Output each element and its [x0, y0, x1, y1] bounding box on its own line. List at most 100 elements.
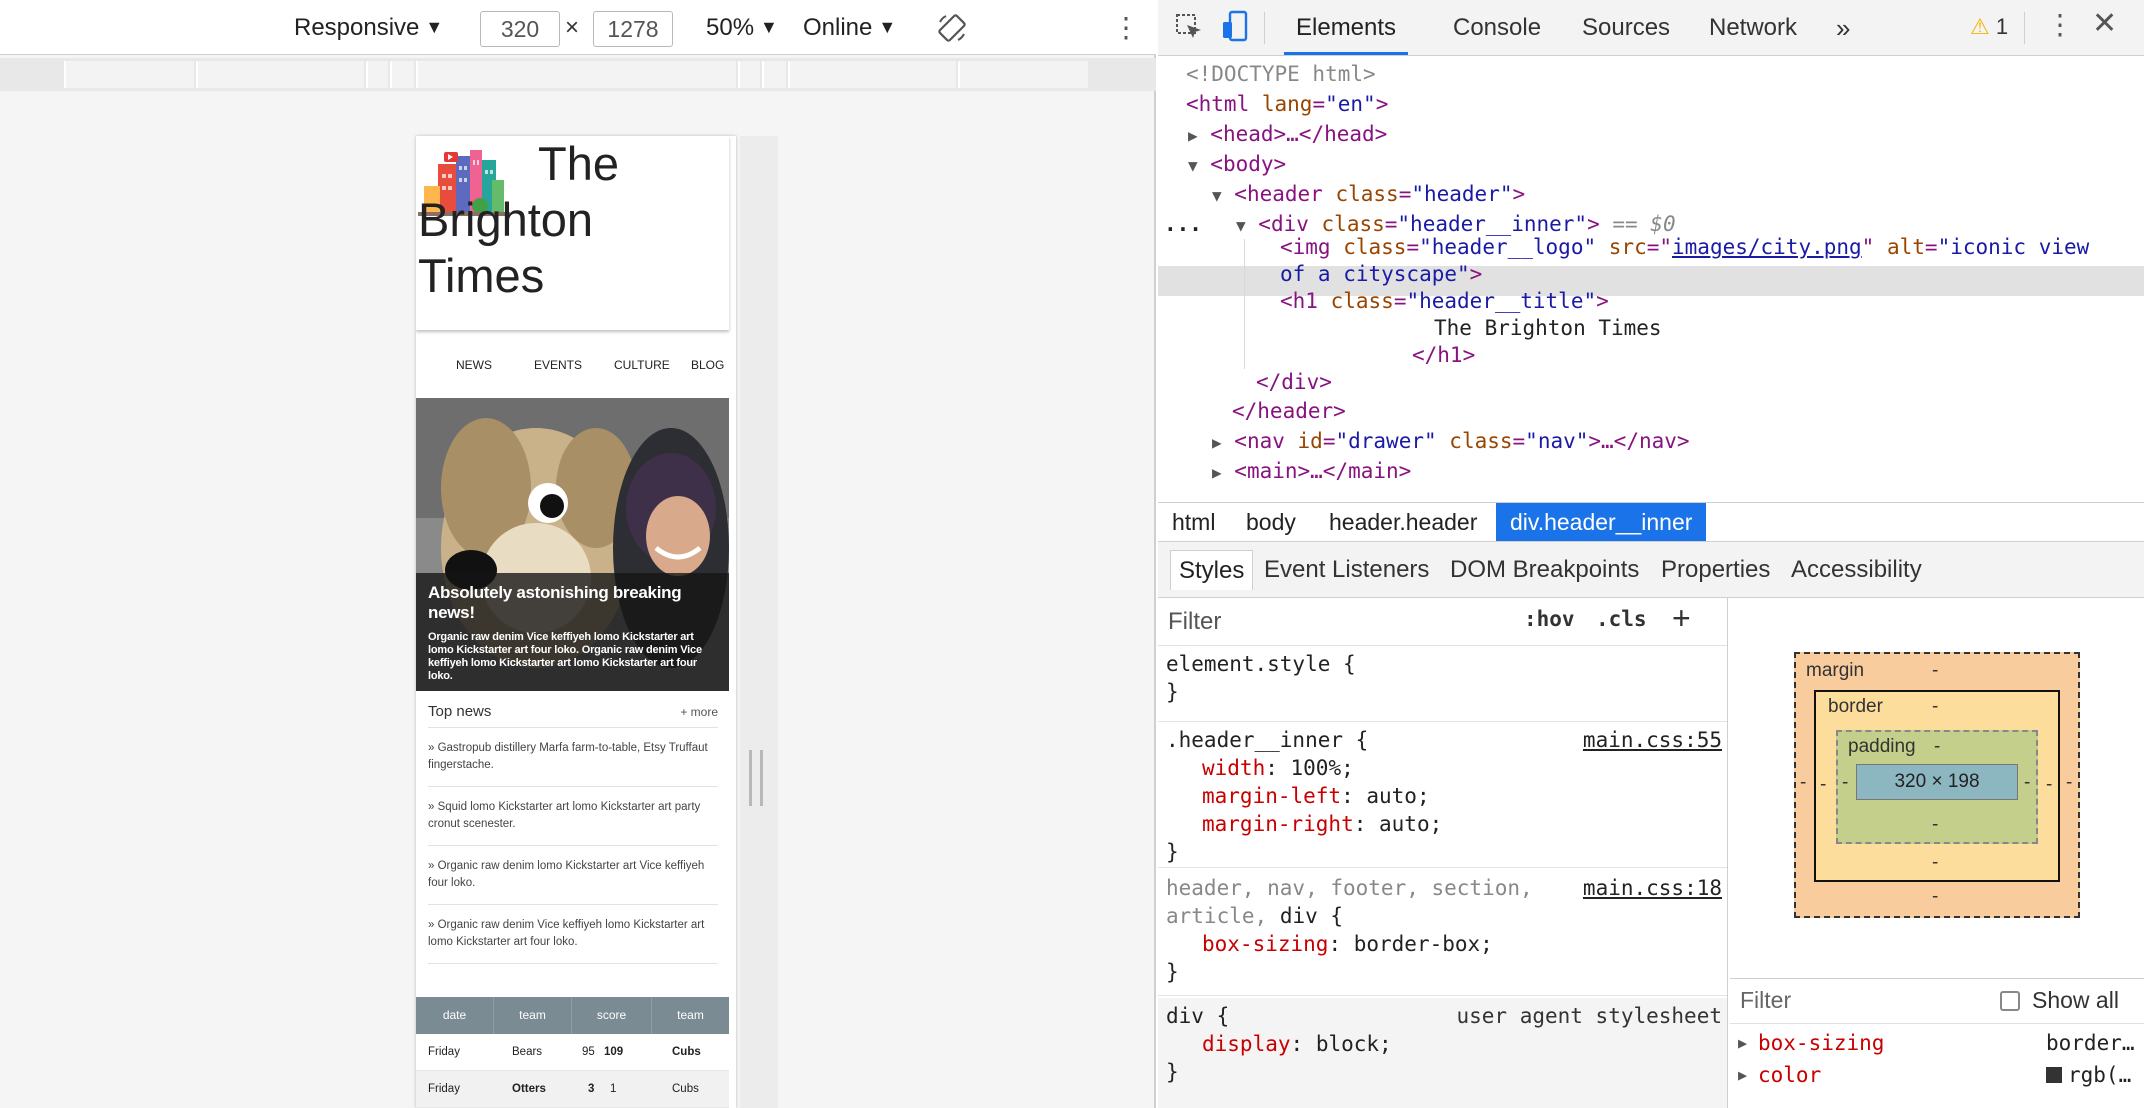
tab-dom-breakpoints[interactable]: DOM Breakpoints	[1450, 550, 1639, 590]
media-query-segment[interactable]	[958, 61, 1088, 88]
dom-node-nav[interactable]: ▶ <nav id="drawer" class="nav">…</nav>	[1212, 426, 1690, 458]
media-query-segment[interactable]	[788, 61, 956, 88]
dom-node-body[interactable]: ▼ <body>	[1188, 149, 1286, 181]
expand-triangle-icon[interactable]: ▶	[1738, 1028, 1747, 1058]
tab-properties[interactable]: Properties	[1661, 550, 1770, 590]
resource-link[interactable]: images/city.png	[1672, 235, 1862, 259]
attr-value: "header__logo"	[1419, 235, 1597, 259]
nav-link-culture[interactable]: CULTURE	[614, 358, 670, 372]
expand-triangle-icon[interactable]: ▶	[1188, 126, 1198, 145]
collapse-triangle-icon[interactable]: ▼	[1188, 156, 1198, 175]
show-all-label: Show all	[2032, 987, 2119, 1013]
network-throttle-dropdown[interactable]: Online ▼	[803, 11, 896, 45]
css-property[interactable]: margin-left: auto;	[1166, 782, 1727, 810]
media-query-bar[interactable]	[0, 58, 1156, 91]
viewport-resize-handle[interactable]	[749, 750, 763, 806]
table-header: date team score team	[416, 997, 729, 1034]
breadcrumb-div-header-inner[interactable]: div.header__inner	[1496, 503, 1707, 541]
hero-image[interactable]: Absolutely astonishing breaking news! Or…	[416, 398, 729, 691]
media-query-segment[interactable]	[64, 61, 194, 88]
cell-score: 95	[582, 1046, 595, 1058]
list-item[interactable]: » Squid lomo Kickstarter art lomo Kickst…	[428, 787, 718, 846]
computed-property-row[interactable]: ▶ color rgb(…	[1730, 1060, 2144, 1090]
expand-triangle-icon[interactable]: ▶	[1738, 1060, 1747, 1090]
attr-value: "iconic view	[1937, 235, 2090, 259]
tab-elements[interactable]: Elements	[1284, 0, 1409, 55]
css-property[interactable]: display: block;	[1166, 1030, 1727, 1058]
nav-link-events[interactable]: EVENTS	[534, 358, 582, 372]
box-model-content[interactable]: 320 × 198	[1856, 764, 2018, 800]
box-model-padding[interactable]: padding - - - - 320 × 198	[1836, 730, 2038, 844]
class-toggle[interactable]: .cls	[1596, 607, 1647, 631]
dom-node-img[interactable]: <img class="header__logo" src="images/ci…	[1280, 232, 2089, 262]
device-toolbar-toggle-icon[interactable]	[1220, 10, 1250, 51]
warnings-badge[interactable]: ⚠ 1	[1970, 14, 2008, 40]
tab-network[interactable]: Network	[1709, 0, 1797, 55]
breadcrumb-html[interactable]: html	[1172, 503, 1215, 541]
computed-filter-input[interactable]: Filter	[1740, 987, 1791, 1014]
list-item[interactable]: » Organic raw denim Vice keffiyeh lomo K…	[428, 905, 718, 964]
attr-value: "header__title"	[1406, 289, 1597, 313]
box-model-border[interactable]: border - - - - padding - - - - 320 × 198	[1814, 690, 2060, 882]
hero-headline[interactable]: Absolutely astonishing breaking news!	[428, 583, 717, 623]
tab-styles[interactable]: Styles	[1170, 550, 1254, 590]
box-model-margin[interactable]: margin - - - - border - - - - padding - …	[1794, 652, 2080, 918]
more-tabs-icon[interactable]: »	[1836, 0, 1850, 55]
tab-console[interactable]: Console	[1453, 0, 1541, 55]
color-swatch[interactable]	[2046, 1067, 2062, 1083]
viewport-width-input[interactable]	[480, 11, 560, 47]
css-property[interactable]: margin-right: auto;	[1166, 810, 1727, 838]
styles-filter-input[interactable]: Filter	[1168, 608, 1508, 638]
nav-link-blog[interactable]: BLOG	[691, 358, 724, 372]
dom-node-main[interactable]: ▶ <main>…</main>	[1212, 456, 1411, 488]
rule-source-link[interactable]: main.css:55	[1583, 726, 1722, 754]
rule-user-agent-div[interactable]: div { user agent stylesheet display: blo…	[1158, 998, 1727, 1108]
rule-header-inner[interactable]: .header__inner { main.css:55 width: 100%…	[1158, 722, 1727, 868]
dom-node-html[interactable]: <html lang="en">	[1186, 89, 1388, 119]
dom-node-h1[interactable]: <h1 class="header__title">	[1280, 286, 1609, 316]
expand-triangle-icon[interactable]: ▶	[1212, 433, 1222, 452]
rule-box-sizing[interactable]: header, nav, footer, section, main.css:1…	[1158, 870, 1727, 996]
rotate-icon[interactable]	[936, 12, 968, 46]
css-property[interactable]: box-sizing: border-box;	[1166, 930, 1727, 958]
zoom-dropdown[interactable]: 50% ▼	[706, 11, 778, 45]
media-query-segment[interactable]	[390, 61, 414, 88]
viewport-height-input[interactable]	[593, 11, 673, 47]
nav-link-news[interactable]: NEWS	[456, 358, 492, 372]
table-row: Friday Otters 3 1 Cubs	[416, 1071, 729, 1108]
media-query-segment[interactable]	[196, 61, 364, 88]
rule-source-link[interactable]: main.css:18	[1583, 874, 1722, 902]
dom-node-header[interactable]: ▼ <header class="header">	[1212, 179, 1525, 211]
new-rule-plus-icon[interactable]: +	[1672, 600, 1691, 637]
tab-accessibility[interactable]: Accessibility	[1791, 550, 1922, 590]
device-mode-dropdown[interactable]: Responsive ▼	[294, 11, 443, 45]
list-item[interactable]: » Gastropub distillery Marfa farm-to-tab…	[428, 728, 718, 787]
rule-element-style[interactable]: element.style { }	[1158, 650, 1727, 722]
breadcrumb-header[interactable]: header.header	[1329, 503, 1477, 541]
media-query-segment[interactable]	[762, 61, 786, 88]
media-query-segment[interactable]	[738, 61, 760, 88]
top-news-more-link[interactable]: + more	[680, 705, 718, 719]
collapse-triangle-icon[interactable]: ▼	[1236, 216, 1246, 235]
breadcrumb-body[interactable]: body	[1246, 503, 1296, 541]
list-item[interactable]: » Organic raw denim lomo Kickstarter art…	[428, 846, 718, 905]
inspect-element-icon[interactable]	[1174, 12, 1204, 49]
emulated-viewport[interactable]: The Brighton Times NEWS EVENTS CULTURE B…	[416, 136, 736, 1108]
close-icon[interactable]: ✕	[2092, 6, 2117, 41]
node-actions-ellipsis[interactable]: ...	[1164, 209, 1202, 239]
hover-state-toggle[interactable]: :hov	[1524, 607, 1575, 631]
media-query-segment[interactable]	[366, 61, 388, 88]
expand-triangle-icon[interactable]: ▶	[1212, 463, 1222, 482]
computed-prop-name: box-sizing	[1758, 1031, 1885, 1055]
customize-menu-icon[interactable]: ⋮	[2046, 8, 2074, 41]
dom-node-head[interactable]: ▶ <head>…</head>	[1188, 119, 1387, 151]
css-property[interactable]: width: 100%;	[1166, 754, 1727, 782]
more-options-icon[interactable]: ⋮	[1112, 11, 1140, 45]
tab-event-listeners[interactable]: Event Listeners	[1264, 550, 1429, 590]
h1-text-node[interactable]: The Brighton Times	[1434, 313, 1662, 343]
tab-sources[interactable]: Sources	[1582, 0, 1670, 55]
media-query-segment[interactable]	[416, 61, 736, 88]
show-all-checkbox[interactable]	[2000, 991, 2020, 1011]
computed-property-row[interactable]: ▶ box-sizing border…	[1730, 1028, 2144, 1058]
collapse-triangle-icon[interactable]: ▼	[1212, 186, 1222, 205]
